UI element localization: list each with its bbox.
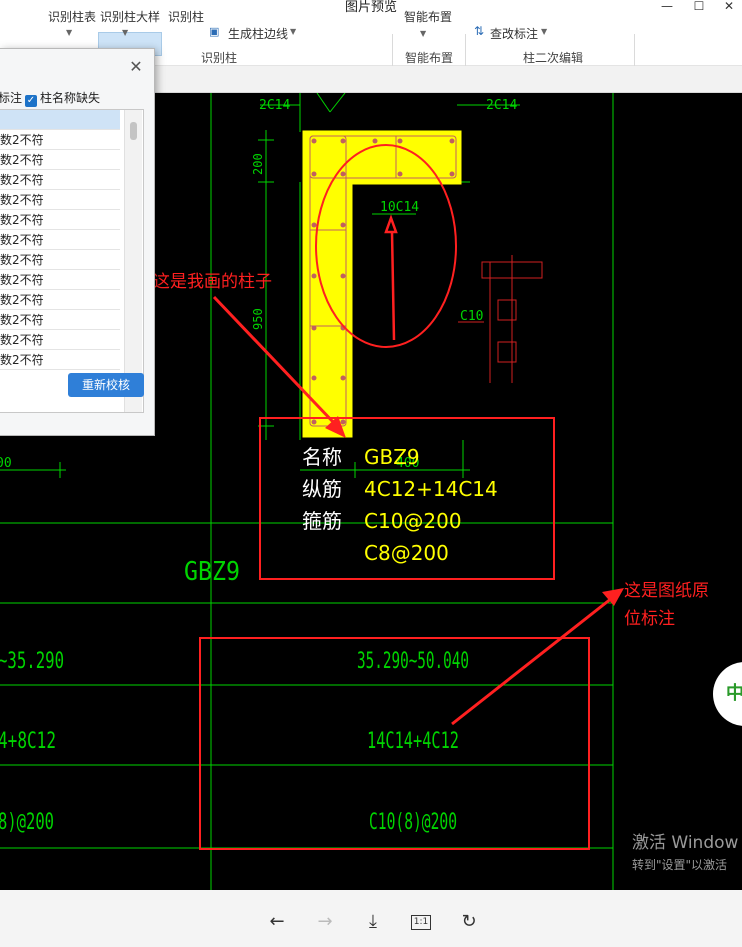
dim-text-top-right: 2C14 (486, 98, 517, 113)
info-long-label: 纵筋 (302, 477, 342, 501)
info-name-value: GBZ9 (364, 445, 420, 469)
dim-text-200: 200 (251, 153, 265, 175)
watermark-line1: 激活 Window (632, 833, 739, 853)
table-row-1-left: ~35.290 (0, 649, 64, 674)
table-row-2-left: 4+8C12 (0, 729, 56, 754)
floating-badge: 中 (713, 662, 742, 726)
table-row-3-left: 8)@200 (0, 810, 54, 835)
ribbon-group-label: 柱二次编辑 (523, 51, 584, 65)
dialog-result-list[interactable]: 数2不符 数2不符 数2不符 数2不符 数2不符 数2不符 数2不符 数2不符 … (0, 109, 144, 413)
watermark-line2: 转到"设置"以激活 (632, 857, 727, 872)
rotate-icon[interactable]: ↻ (457, 910, 481, 934)
side-label-text: C10 (460, 309, 483, 324)
note-original-line1: 这是图纸原 (624, 581, 709, 601)
dialog-option-missing-name[interactable]: ✓ 柱名称缺失 (25, 89, 100, 107)
list-item[interactable]: 数2不符 (0, 310, 120, 330)
dropdown-arrow-icon[interactable]: ▼ (420, 29, 426, 38)
table-title-text: GBZ9 (184, 557, 240, 587)
check-annotation-button[interactable]: 查改标注 (490, 25, 538, 42)
ribbon-group-label: 智能布置 (405, 51, 454, 65)
inner-rebar-text: 10C14 (380, 200, 419, 215)
list-item[interactable]: 数2不符 (0, 290, 120, 310)
ribbon-group-label: 识别柱 (201, 51, 238, 65)
dialog-option-missing-name-label: 柱名称缺失 (40, 91, 101, 105)
maximize-button[interactable]: ☐ (684, 0, 714, 14)
checkbox-checked-icon[interactable]: ✓ (25, 95, 37, 107)
list-item[interactable]: 数2不符 (0, 190, 120, 210)
badge-text: 中 (726, 682, 742, 704)
list-item[interactable]: 数2不符 (0, 350, 120, 370)
minimize-button[interactable]: — (652, 0, 682, 14)
bottom-toolbar: ← → ⤓ 1:1 ↻ (0, 890, 742, 947)
previous-arrow-icon[interactable]: ← (265, 910, 289, 934)
dialog-close-icon[interactable]: ✕ (128, 59, 144, 75)
dropdown-arrow-icon[interactable]: ▼ (541, 27, 547, 36)
dropdown-arrow-icon[interactable]: ▼ (66, 28, 72, 37)
dim-text-top-left: 2C14 (259, 98, 290, 113)
next-arrow-icon[interactable]: → (313, 910, 337, 934)
list-scrollbar[interactable] (124, 110, 142, 412)
scrollbar-thumb[interactable] (130, 122, 137, 140)
annotation-arrow-up (384, 214, 398, 341)
recheck-button[interactable]: 重新校核 (68, 373, 144, 397)
check-dialog: ✕ 标注 ✓ 柱名称缺失 数2不符 数2不符 数2不符 数2不符 数2不符 数2不… (0, 48, 155, 436)
dropdown-arrow-icon[interactable]: ▼ (122, 28, 128, 37)
download-icon[interactable]: ⤓ (361, 910, 385, 934)
table-row-2-right: 14C14+4C12 (367, 729, 459, 754)
generate-edge-button[interactable]: 生成柱边线 (228, 25, 288, 42)
edit-annotation-icon: ⇅ (474, 24, 485, 38)
list-item[interactable]: 数2不符 (0, 270, 120, 290)
list-item[interactable]: 数2不符 (0, 330, 120, 350)
dropdown-arrow-icon[interactable]: ▼ (290, 27, 296, 36)
ribbon-item-column-table[interactable]: 识别柱表 (48, 8, 96, 25)
list-item[interactable]: 数2不符 (0, 150, 120, 170)
info-name-label: 名称 (302, 445, 342, 469)
list-item[interactable] (0, 110, 120, 130)
left-dim-text: 00 (0, 456, 12, 471)
smart-place-button[interactable]: 智能布置 (404, 8, 452, 25)
ribbon-item-column[interactable]: 识别柱 (168, 8, 204, 25)
table-row-3-right: C10(8)@200 (369, 810, 457, 835)
actual-size-label: 1:1 (410, 915, 432, 930)
info-stirrup-value-1: C10@200 (364, 509, 462, 533)
list-item[interactable]: 数2不符 (0, 130, 120, 150)
dialog-option-annotation[interactable]: 标注 (0, 89, 22, 106)
column-edge-icon: ▣ (209, 25, 220, 38)
close-button[interactable]: ✕ (714, 0, 742, 14)
note-original-line2: 位标注 (624, 609, 675, 629)
table-row-1-right: 35.290~50.040 (357, 649, 469, 674)
list-item[interactable]: 数2不符 (0, 250, 120, 270)
actual-size-icon[interactable]: 1:1 (409, 910, 433, 934)
info-long-value: 4C12+14C14 (364, 477, 498, 501)
list-item[interactable]: 数2不符 (0, 170, 120, 190)
info-stirrup-value-2: C8@200 (364, 541, 449, 565)
list-item[interactable]: 数2不符 (0, 230, 120, 250)
info-stirrup-label: 箍筋 (302, 509, 342, 533)
ribbon-item-column-detail[interactable]: 识别柱大样 (100, 8, 160, 25)
dim-text-950: 950 (251, 308, 265, 330)
note-my-column: 这是我画的柱子 (153, 272, 272, 292)
list-item[interactable]: 数2不符 (0, 210, 120, 230)
